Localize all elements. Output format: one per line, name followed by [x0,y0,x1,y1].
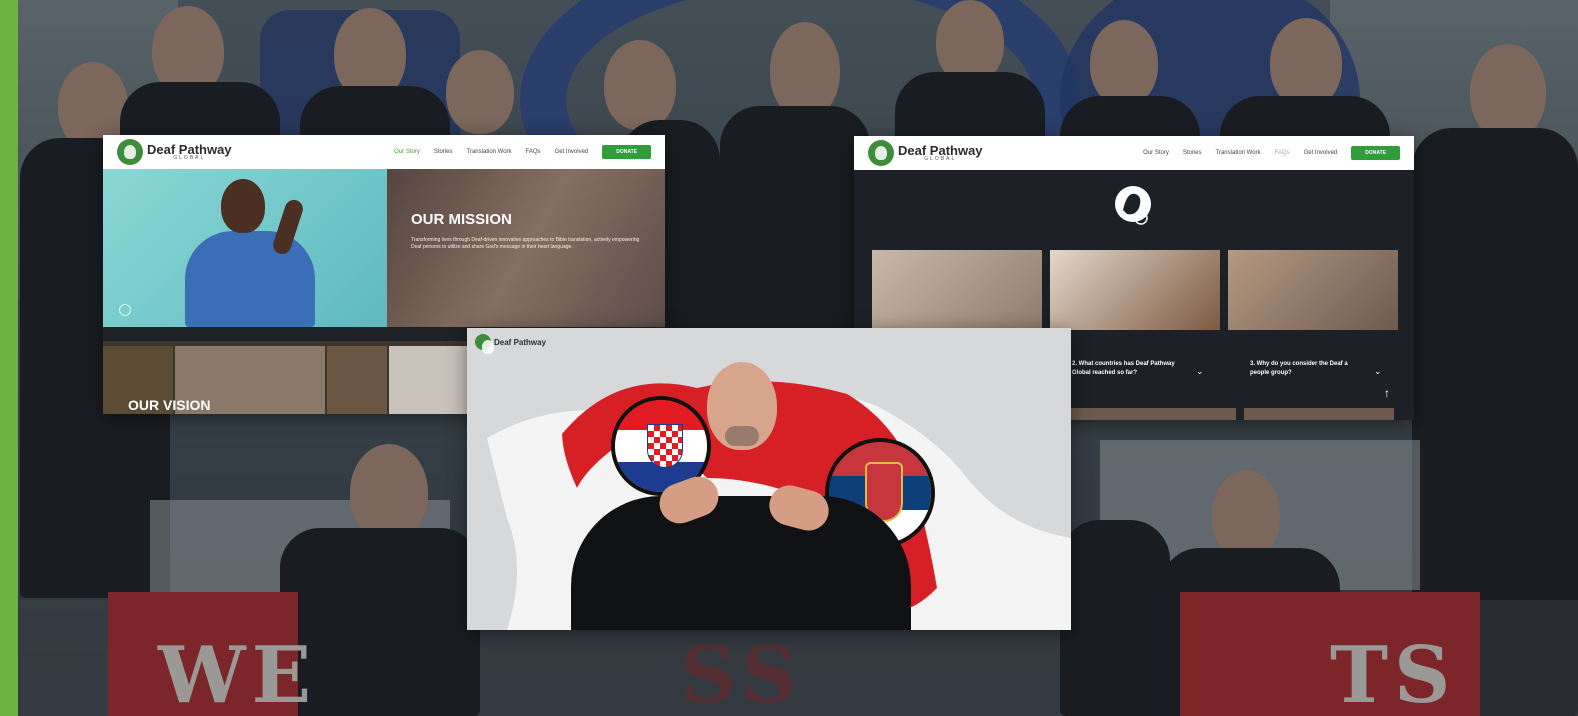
nav-our-story[interactable]: Our Story [394,149,420,155]
faq-question[interactable]: 2. What countries has Deaf Pathway Globa… [1072,360,1192,378]
main-nav: Our Story Stories Translation Work FAQs … [1143,146,1400,160]
main-nav: Our Story Stories Translation Work FAQs … [394,145,651,159]
donate-button[interactable]: DONATE [1351,146,1400,160]
site-logo[interactable]: Deaf Pathway GLOBAL [117,139,232,165]
chevron-down-icon[interactable]: ⌄ [1374,366,1382,377]
video-thumbnail [1066,408,1236,420]
chevron-down-icon[interactable]: ⌄ [1196,366,1204,377]
video-thumbnail[interactable] [872,250,1042,330]
brand-subtitle: GLOBAL [924,156,957,162]
left-accent-bar [0,0,18,716]
nav-get-involved[interactable]: Get Involved [555,149,589,155]
nav-translation-work[interactable]: Translation Work [1216,150,1261,156]
mission-text: Transforming lives through Deaf-driven i… [411,237,640,250]
mission-hero: OUR MISSION Transforming lives through D… [103,169,665,327]
presenter-beard [725,426,759,446]
mission-title: OUR MISSION [411,211,512,228]
site-logo[interactable]: Deaf Pathway GLOBAL [868,140,983,166]
nav-stories[interactable]: Stories [434,149,453,155]
nav-get-involved[interactable]: Get Involved [1304,150,1338,156]
nav-faqs[interactable]: FAQs [1275,150,1290,156]
site-header: Deaf Pathway GLOBAL Our Story Stories Tr… [854,136,1414,170]
map-video-frame[interactable]: Deaf Pathway [467,328,1071,630]
signing-hands-logo-icon [1115,186,1151,225]
nav-translation-work[interactable]: Translation Work [467,149,512,155]
nav-faqs[interactable]: FAQs [526,149,541,155]
signing-presenter [571,496,911,630]
tree-logo-icon [868,140,894,166]
tree-logo-icon [117,139,143,165]
vision-title: OUR VISION [128,397,211,413]
scroll-top-arrow-icon[interactable]: ↑ [1384,386,1390,400]
play-icon[interactable] [119,304,131,316]
faq-question[interactable]: 3. Why do you consider the Deaf a people… [1250,360,1364,378]
signer-video[interactable] [103,169,387,327]
video-thumbnail[interactable] [1228,250,1398,330]
video-thumbnail [1244,408,1394,420]
nav-our-story[interactable]: Our Story [1143,150,1169,156]
video-thumbnail[interactable] [1050,250,1220,330]
donate-button[interactable]: DONATE [602,145,651,159]
nav-stories[interactable]: Stories [1183,150,1202,156]
site-header: Deaf Pathway GLOBAL Our Story Stories Tr… [103,135,665,169]
brand-subtitle: GLOBAL [173,155,206,161]
